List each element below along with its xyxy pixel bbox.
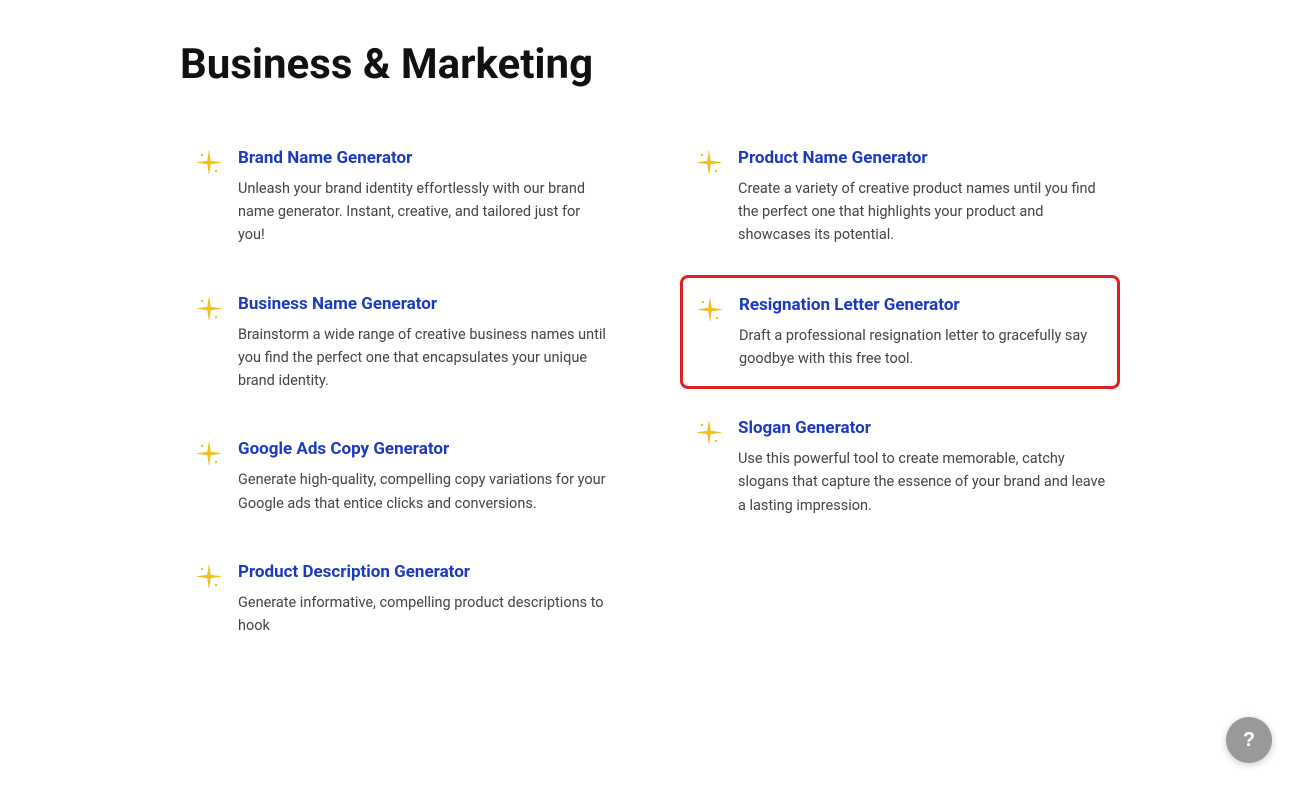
card-title: Business Name Generator <box>238 293 606 315</box>
card-brand-name-generator[interactable]: Brand Name Generator Unleash your brand … <box>180 129 620 265</box>
page-title: Business & Marketing <box>180 40 1120 89</box>
sparkle-icon <box>194 295 224 325</box>
sparkle-icon <box>194 563 224 593</box>
card-title: Slogan Generator <box>738 417 1106 439</box>
card-product-description-generator[interactable]: Product Description Generator Generate i… <box>180 543 620 655</box>
card-slogan-generator[interactable]: Slogan Generator Use this powerful tool … <box>680 399 1120 535</box>
card-product-name-generator[interactable]: Product Name Generator Create a variety … <box>680 129 1120 265</box>
left-column: Brand Name Generator Unleash your brand … <box>180 129 620 665</box>
sparkle-icon <box>695 296 725 326</box>
cards-grid: Brand Name Generator Unleash your brand … <box>180 129 1120 665</box>
card-title: Resignation Letter Generator <box>739 294 1105 316</box>
card-desc: Generate high-quality, compelling copy v… <box>238 468 606 514</box>
card-title: Brand Name Generator <box>238 147 606 169</box>
card-title: Product Description Generator <box>238 561 606 583</box>
right-column: Product Name Generator Create a variety … <box>680 129 1120 665</box>
card-title: Google Ads Copy Generator <box>238 438 606 460</box>
sparkle-icon <box>694 149 724 179</box>
card-google-ads-copy-generator[interactable]: Google Ads Copy Generator Generate high-… <box>180 420 620 532</box>
card-desc: Draft a professional resignation letter … <box>739 324 1105 370</box>
card-content: Google Ads Copy Generator Generate high-… <box>238 438 606 514</box>
card-desc: Create a variety of creative product nam… <box>738 177 1106 247</box>
help-button[interactable]: ? <box>1226 717 1272 763</box>
card-desc: Generate informative, compelling product… <box>238 591 606 637</box>
card-content: Resignation Letter Generator Draft a pro… <box>739 294 1105 370</box>
card-title: Product Name Generator <box>738 147 1106 169</box>
card-desc: Brainstorm a wide range of creative busi… <box>238 323 606 393</box>
card-desc: Use this powerful tool to create memorab… <box>738 447 1106 517</box>
card-content: Slogan Generator Use this powerful tool … <box>738 417 1106 517</box>
card-content: Product Description Generator Generate i… <box>238 561 606 637</box>
card-content: Product Name Generator Create a variety … <box>738 147 1106 247</box>
card-desc: Unleash your brand identity effortlessly… <box>238 177 606 247</box>
card-business-name-generator[interactable]: Business Name Generator Brainstorm a wid… <box>180 275 620 411</box>
sparkle-icon <box>194 440 224 470</box>
card-content: Business Name Generator Brainstorm a wid… <box>238 293 606 393</box>
sparkle-icon <box>194 149 224 179</box>
card-resignation-letter-generator[interactable]: Resignation Letter Generator Draft a pro… <box>680 275 1120 389</box>
sparkle-icon <box>694 419 724 449</box>
card-content: Brand Name Generator Unleash your brand … <box>238 147 606 247</box>
page-container: Business & Marketing Brand Name Generato… <box>0 0 1300 705</box>
